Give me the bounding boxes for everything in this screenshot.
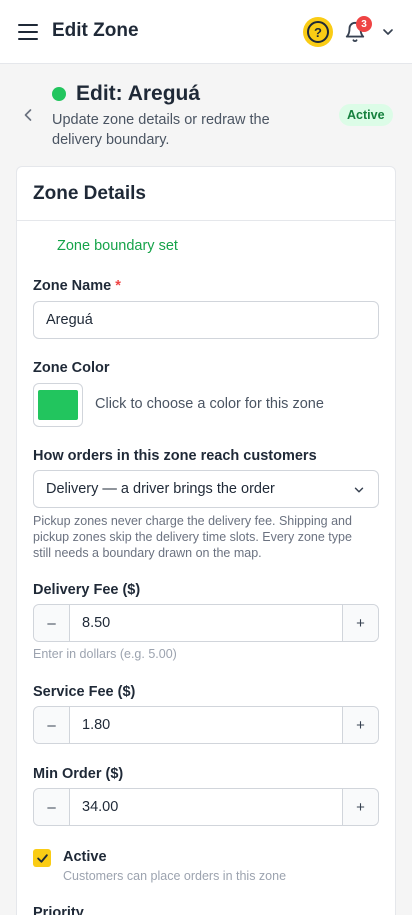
help-button[interactable]: ? <box>303 17 333 47</box>
page-subtitle: Update zone details or redraw the delive… <box>52 112 270 148</box>
min-order-increment-button[interactable]: + <box>342 789 378 825</box>
zone-details-card: Zone Details Zone boundary set Zone Name… <box>16 166 396 915</box>
zone-name-label-text: Zone Name <box>33 278 112 294</box>
active-checkbox-description: Customers can place orders in this zone <box>63 869 287 883</box>
delivery-fee-increment-button[interactable]: + <box>342 605 378 641</box>
card-title: Zone Details <box>17 167 395 221</box>
active-checkbox-label: Active <box>63 849 107 865</box>
chevron-down-icon <box>354 487 364 493</box>
delivery-fee-help: Enter in dollars (e.g. 5.00) <box>33 647 177 661</box>
delivery-fee-input[interactable]: 8.50 <box>70 605 342 641</box>
required-mark: * <box>115 278 121 294</box>
boundary-status-text: Zone boundary set <box>57 238 178 254</box>
question-icon: ? <box>307 21 329 43</box>
fulfillment-type-select[interactable]: Delivery — a driver brings the order <box>33 470 379 508</box>
notification-badge: 3 <box>356 16 372 32</box>
active-checkbox[interactable] <box>33 849 51 867</box>
min-order-label: Min Order ($) <box>33 766 124 782</box>
status-badge: Active <box>339 104 393 126</box>
min-order-input[interactable]: 34.00 <box>70 789 342 825</box>
chevron-down-icon[interactable] <box>380 24 396 40</box>
top-app-bar: Edit Zone ? 3 <box>0 0 412 64</box>
color-swatch <box>38 390 78 420</box>
delivery-fee-label: Delivery Fee ($) <box>33 582 141 598</box>
zone-color-label: Zone Color <box>33 360 110 376</box>
fulfillment-help-text: Pickup zones never charge the delivery f… <box>33 514 352 560</box>
fulfillment-type-value: Delivery — a driver brings the order <box>46 481 275 497</box>
color-hint-text: Click to choose a color for this zone <box>95 396 324 412</box>
min-order-decrement-button[interactable]: – <box>34 789 70 825</box>
service-fee-increment-button[interactable]: + <box>342 707 378 743</box>
service-fee-stepper: – 1.80 + <box>33 706 379 744</box>
menu-icon[interactable] <box>18 24 38 40</box>
zone-name-input[interactable]: Areguá <box>33 301 379 339</box>
service-fee-label: Service Fee ($) <box>33 684 136 700</box>
status-dot <box>52 87 66 101</box>
priority-label: Priority <box>33 905 84 915</box>
check-icon <box>36 853 48 863</box>
delivery-fee-decrement-button[interactable]: – <box>34 605 70 641</box>
color-picker-button[interactable] <box>33 383 83 427</box>
page-title: Edit: Areguá <box>76 82 201 105</box>
back-chevron-icon[interactable] <box>18 104 38 126</box>
zone-name-label: Zone Name * <box>33 278 121 294</box>
app-bar-title: Edit Zone <box>52 20 139 41</box>
page-header: Edit: Areguá Update zone details or redr… <box>0 64 412 166</box>
delivery-fee-stepper: – 8.50 + <box>33 604 379 642</box>
service-fee-decrement-button[interactable]: – <box>34 707 70 743</box>
reach-label: How orders in this zone reach customers <box>33 448 317 464</box>
service-fee-input[interactable]: 1.80 <box>70 707 342 743</box>
min-order-stepper: – 34.00 + <box>33 788 379 826</box>
